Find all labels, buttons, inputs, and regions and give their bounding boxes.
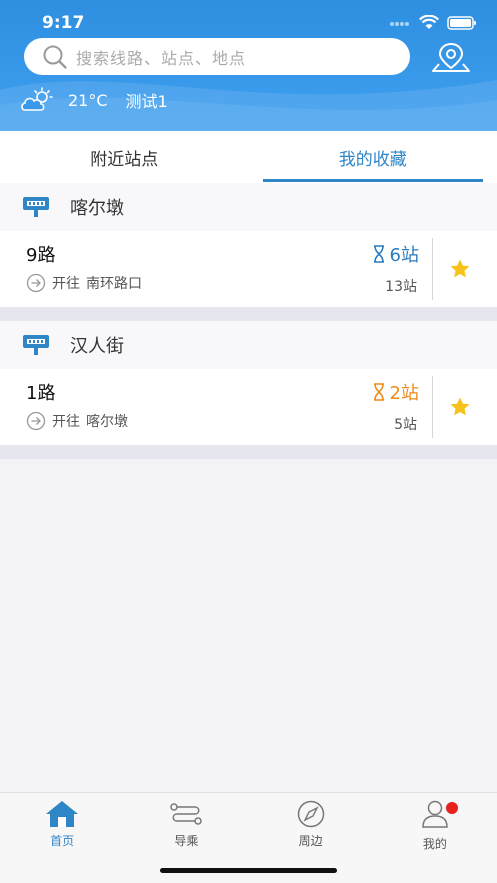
favorite-star-icon[interactable] — [448, 395, 472, 419]
nav-label: 周边 — [298, 834, 323, 848]
nav-home[interactable]: 首页 — [0, 793, 124, 883]
notification-badge — [445, 802, 458, 814]
temperature: 21°C — [68, 90, 108, 110]
weather-bar: 21°C 测试1 — [20, 87, 168, 113]
hourglass-icon — [373, 383, 384, 401]
search-placeholder: 搜索线路、站点、地点 — [76, 48, 247, 68]
nav-label: 导乘 — [174, 834, 199, 848]
weather-location: 测试1 — [125, 92, 168, 111]
card-divider — [432, 376, 433, 438]
status-icons — [389, 15, 477, 30]
favorite-star-icon[interactable] — [448, 257, 472, 281]
compass-icon — [297, 800, 324, 828]
nav-label: 我的 — [422, 837, 447, 851]
section-gap — [0, 307, 497, 321]
direction-label: 开往 — [52, 276, 80, 292]
tab-bar: 附近站点 我的收藏 — [0, 131, 497, 183]
stop-name: 汉人街 — [70, 336, 124, 357]
route-icon — [170, 803, 203, 825]
route-direction: 开往 喀尔墩 — [26, 411, 128, 431]
destination: 南环路口 — [86, 276, 142, 292]
hourglass-icon — [373, 245, 384, 263]
favorite-stop-group: 汉人街 1路 开往 喀尔墩 2站 5站 — [0, 321, 497, 459]
stops-distance: 5站 — [394, 417, 417, 433]
destination: 喀尔墩 — [86, 414, 128, 430]
eta-value: 2站 — [389, 383, 419, 404]
stops-distance: 13站 — [385, 279, 417, 295]
home-indicator — [160, 868, 337, 873]
card-divider — [432, 238, 433, 300]
location-pin-button[interactable] — [430, 40, 472, 74]
route-eta: 6站 — [372, 241, 419, 267]
status-time: 9:17 — [42, 13, 85, 33]
direction-arrow-icon — [26, 411, 46, 431]
home-icon — [46, 801, 79, 827]
signal-icon — [390, 21, 409, 26]
route-name: 1路 — [26, 383, 56, 404]
route-direction: 开往 南环路口 — [26, 273, 142, 293]
wifi-icon — [419, 15, 439, 29]
section-gap — [0, 445, 497, 459]
bus-stop-sign-icon — [23, 335, 49, 355]
eta-value: 6站 — [389, 245, 419, 266]
route-card[interactable]: 1路 开往 喀尔墩 2站 5站 — [0, 369, 497, 445]
app-header: 9:17 搜索线路、站点、地点 21°C 测试1 — [0, 0, 497, 131]
nav-profile[interactable]: 我的 — [373, 793, 497, 883]
search-icon — [43, 45, 67, 69]
direction-label: 开往 — [52, 414, 80, 430]
stop-header[interactable]: 汉人街 — [0, 321, 497, 369]
bus-stop-sign-icon — [23, 197, 49, 217]
tab-my-favorites[interactable]: 我的收藏 — [249, 131, 497, 183]
favorite-stop-group: 喀尔墩 9路 开往 南环路口 6站 13站 — [0, 183, 497, 321]
route-eta: 2站 — [372, 379, 419, 405]
route-name: 9路 — [26, 245, 56, 266]
direction-arrow-icon — [26, 273, 46, 293]
tab-nearby-stops[interactable]: 附近站点 — [0, 131, 249, 183]
battery-icon — [447, 15, 476, 30]
partly-cloudy-icon — [21, 87, 53, 111]
stop-header[interactable]: 喀尔墩 — [0, 183, 497, 231]
route-card[interactable]: 9路 开往 南环路口 6站 13站 — [0, 231, 497, 307]
search-input[interactable]: 搜索线路、站点、地点 — [24, 38, 410, 75]
nav-label: 首页 — [50, 834, 75, 848]
stop-name: 喀尔墩 — [70, 198, 124, 219]
